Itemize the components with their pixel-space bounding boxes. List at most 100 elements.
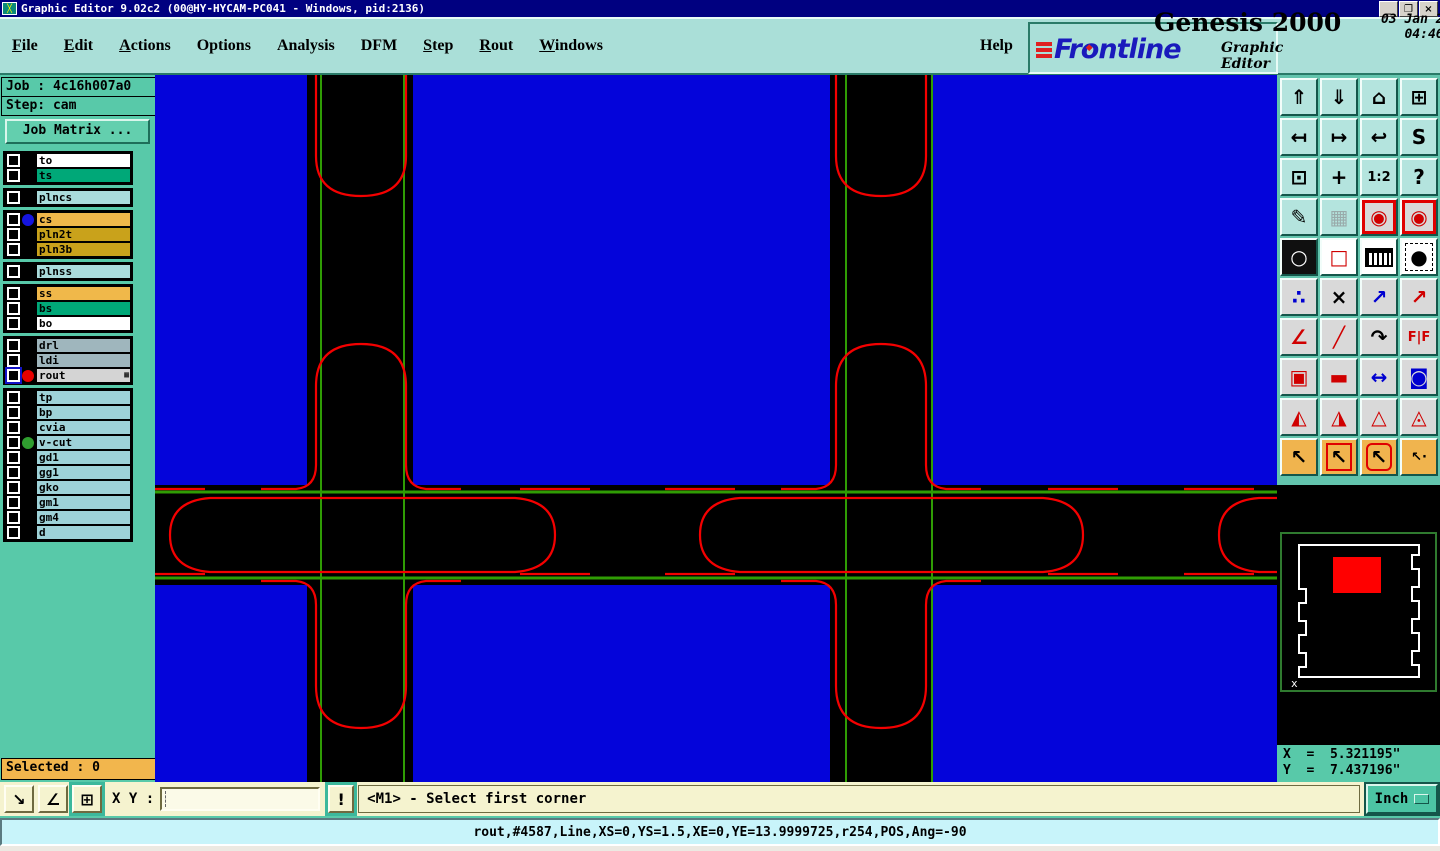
layer-name[interactable]: bo bbox=[36, 316, 131, 331]
copy-pad-icon[interactable]: ▣ bbox=[1280, 358, 1318, 396]
layer-display-alt-icon[interactable]: ◉ bbox=[1400, 198, 1438, 236]
zoom-feature-icon[interactable]: ○ bbox=[1280, 238, 1318, 276]
pan-right-icon[interactable]: ↦ bbox=[1320, 118, 1358, 156]
layer-checkbox[interactable] bbox=[7, 339, 20, 352]
layer-checkbox[interactable] bbox=[7, 511, 20, 524]
layer-checkbox[interactable] bbox=[7, 228, 20, 241]
layer-row-plncs[interactable]: plncs bbox=[5, 190, 131, 205]
units-dropdown[interactable]: Inch bbox=[1364, 782, 1440, 816]
layer-name[interactable]: plncs bbox=[36, 190, 131, 205]
angle-measure-icon[interactable]: ∠ bbox=[1280, 318, 1318, 356]
layer-checkbox[interactable] bbox=[7, 354, 20, 367]
zoom-out-view-icon[interactable]: ⇓ bbox=[1320, 78, 1358, 116]
arc-tangent-icon[interactable]: ◬ bbox=[1400, 398, 1438, 436]
layer-row-tp[interactable]: tp bbox=[5, 390, 131, 405]
window-xy-icon[interactable]: ⊞ bbox=[1400, 78, 1438, 116]
measure-distance-icon[interactable]: ↘ bbox=[4, 785, 34, 813]
layer-row-cvia[interactable]: cvia bbox=[5, 420, 131, 435]
layer-checkbox[interactable] bbox=[7, 481, 20, 494]
layer-row-ss[interactable]: ss bbox=[5, 286, 131, 301]
layer-checkbox[interactable] bbox=[7, 421, 20, 434]
menu-step[interactable]: Step bbox=[423, 37, 453, 55]
layer-row-ts[interactable]: ts bbox=[5, 168, 131, 183]
layer-name[interactable]: d bbox=[36, 525, 131, 540]
job-matrix-button[interactable]: Job Matrix ... bbox=[5, 119, 150, 144]
menu-rout[interactable]: Rout bbox=[479, 37, 513, 55]
net-points-icon[interactable]: ∴ bbox=[1280, 278, 1318, 316]
layer-checkbox[interactable] bbox=[7, 391, 20, 404]
measure-angle-icon[interactable]: ∠ bbox=[38, 785, 68, 813]
slope-measure-icon[interactable]: ╱ bbox=[1320, 318, 1358, 356]
layer-row-cs[interactable]: cs bbox=[5, 212, 131, 227]
layer-name[interactable]: bp bbox=[36, 405, 131, 420]
menu-edit[interactable]: Edit bbox=[64, 37, 93, 55]
layer-display-icon[interactable]: ◉ bbox=[1360, 198, 1398, 236]
layer-row-d[interactable]: d bbox=[5, 525, 131, 540]
layer-row-drl[interactable]: drl bbox=[5, 338, 131, 353]
menu-file[interactable]: File bbox=[12, 37, 38, 55]
layer-row-pln3b[interactable]: pln3b bbox=[5, 242, 131, 257]
tools-icon[interactable]: ✎ bbox=[1280, 198, 1318, 236]
center-view-icon[interactable]: + bbox=[1320, 158, 1358, 196]
reshape-icon[interactable]: □ bbox=[1320, 238, 1358, 276]
layer-row-v-cut[interactable]: v-cut bbox=[5, 435, 131, 450]
layer-name[interactable]: rout ▦ bbox=[36, 368, 131, 383]
menu-analysis[interactable]: Analysis bbox=[277, 37, 335, 55]
help-question-icon[interactable]: ? bbox=[1400, 158, 1438, 196]
layer-name[interactable]: gd1 bbox=[36, 450, 131, 465]
layer-row-bp[interactable]: bp bbox=[5, 405, 131, 420]
layer-name[interactable]: ldi bbox=[36, 353, 131, 368]
layer-row-bo[interactable]: bo bbox=[5, 316, 131, 331]
rotate-icon[interactable]: ↷ bbox=[1360, 318, 1398, 356]
layer-name[interactable]: cvia bbox=[36, 420, 131, 435]
layer-checkbox[interactable] bbox=[7, 287, 20, 300]
layer-row-ldi[interactable]: ldi bbox=[5, 353, 131, 368]
layer-name[interactable]: drl bbox=[36, 338, 131, 353]
alert-button[interactable]: ! bbox=[325, 782, 358, 816]
layer-row-to[interactable]: to bbox=[5, 153, 131, 168]
arc-corner-icon[interactable]: ◭ bbox=[1280, 398, 1318, 436]
layer-checkbox[interactable] bbox=[7, 526, 20, 539]
layer-name[interactable]: pln3b bbox=[36, 242, 131, 257]
layer-row-gko[interactable]: gko bbox=[5, 480, 131, 495]
select-cursor-icon[interactable]: ↖ bbox=[1280, 438, 1318, 476]
zoom-in-view-icon[interactable]: ⇑ bbox=[1280, 78, 1318, 116]
layer-name[interactable]: gm1 bbox=[36, 495, 131, 510]
layer-name[interactable]: ss bbox=[36, 286, 131, 301]
layer-row-gm4[interactable]: gm4 bbox=[5, 510, 131, 525]
width-measure-icon[interactable]: ↔ bbox=[1360, 358, 1398, 396]
grid-icon[interactable]: ▦ bbox=[1320, 198, 1358, 236]
ruler-icon[interactable] bbox=[1360, 238, 1398, 276]
grid-window-icon[interactable]: ⊞ bbox=[69, 782, 105, 816]
layer-checkbox[interactable] bbox=[7, 265, 20, 278]
stretch-line-icon[interactable]: ▬ bbox=[1320, 358, 1358, 396]
select-single-icon[interactable]: ● bbox=[1400, 238, 1438, 276]
layer-name[interactable]: gg1 bbox=[36, 465, 131, 480]
home-view-icon[interactable]: ⌂ bbox=[1360, 78, 1398, 116]
layer-checkbox[interactable] bbox=[7, 302, 20, 315]
net-select-icon[interactable]: ↖· bbox=[1400, 438, 1438, 476]
layer-checkbox[interactable] bbox=[7, 317, 20, 330]
copy-to-point-icon[interactable]: ↗ bbox=[1400, 278, 1438, 316]
menu-options[interactable]: Options bbox=[197, 37, 251, 55]
undo-view-icon[interactable]: ↩ bbox=[1360, 118, 1398, 156]
overview-minimap[interactable]: x bbox=[1277, 485, 1440, 745]
serpentine-rout-icon[interactable]: S bbox=[1400, 118, 1438, 156]
layer-checkbox[interactable] bbox=[7, 436, 20, 449]
layer-checkbox[interactable] bbox=[7, 169, 20, 182]
layer-name[interactable]: v-cut bbox=[36, 435, 131, 450]
layer-row-pln2t[interactable]: pln2t bbox=[5, 227, 131, 242]
layer-row-plnss[interactable]: plnss bbox=[5, 264, 131, 279]
menu-help[interactable]: Help bbox=[980, 37, 1013, 55]
layer-checkbox[interactable] bbox=[7, 451, 20, 464]
layer-name[interactable]: tp bbox=[36, 390, 131, 405]
layer-name[interactable]: bs bbox=[36, 301, 131, 316]
layer-checkbox[interactable] bbox=[5, 367, 22, 384]
layer-row-gd1[interactable]: gd1 bbox=[5, 450, 131, 465]
menu-actions[interactable]: Actions bbox=[119, 37, 171, 55]
pcb-canvas[interactable] bbox=[155, 75, 1277, 782]
layer-checkbox[interactable] bbox=[7, 406, 20, 419]
menu-windows[interactable]: Windows bbox=[539, 37, 603, 55]
poly-select-icon[interactable]: ↖ bbox=[1360, 438, 1398, 476]
fit-view-icon[interactable]: ⊡ bbox=[1280, 158, 1318, 196]
